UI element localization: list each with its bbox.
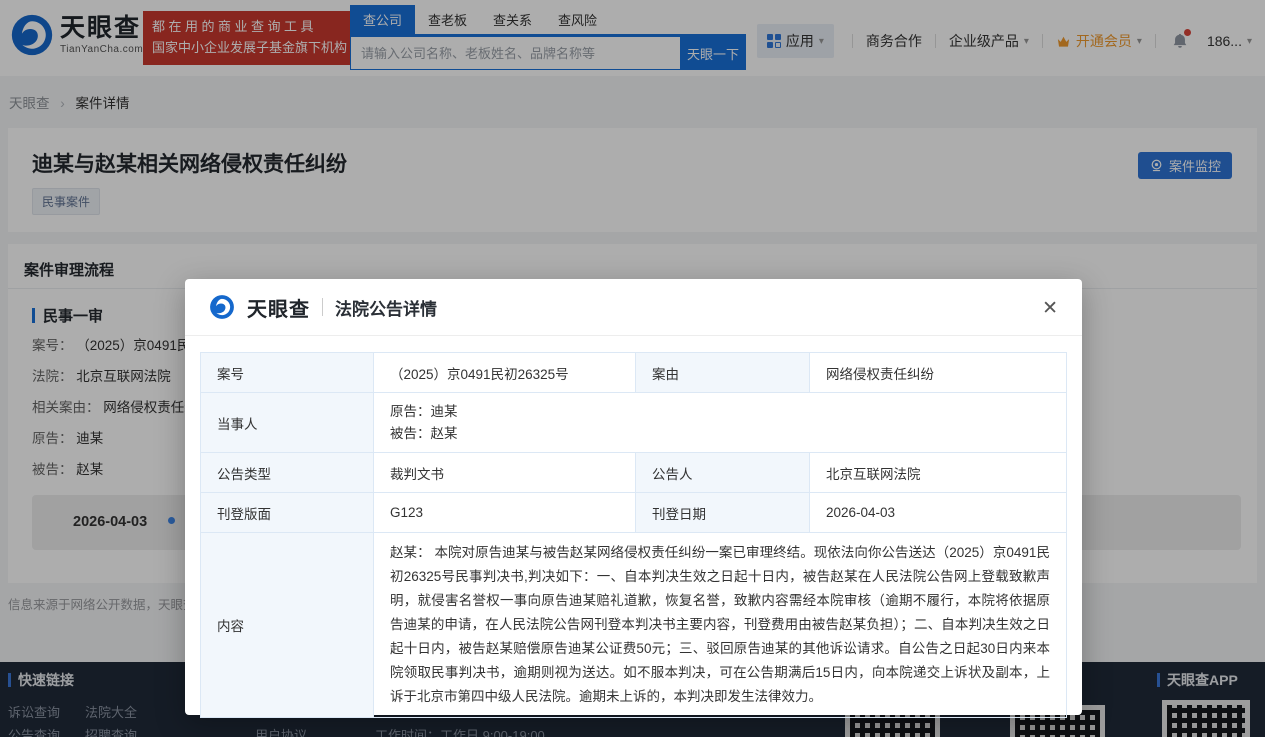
- cell-label: 内容: [201, 533, 374, 718]
- cell-label: 刊登日期: [636, 493, 810, 533]
- court-announcement-modal: 天眼查 法院公告详情 ✕ 案号 （2025）京0491民初26325号 案由 网…: [185, 279, 1082, 715]
- table-row: 案号 （2025）京0491民初26325号 案由 网络侵权责任纠纷: [201, 353, 1067, 393]
- modal-title-divider: [322, 298, 323, 316]
- table-row: 内容 赵某： 本院对原告迪某与被告赵某网络侵权责任纠纷一案已审理终结。现依法向你…: [201, 533, 1067, 718]
- page: 天眼查 TianYanCha.com 都在用的商业查询工具 国家中小企业发展子基…: [0, 0, 1265, 737]
- modal-title: 法院公告详情: [335, 295, 437, 320]
- party-defendant: 被告：赵某: [390, 423, 1050, 445]
- cell-value: 裁判文书: [374, 453, 636, 493]
- modal-header: 天眼查 法院公告详情 ✕: [185, 279, 1082, 336]
- cell-label: 公告人: [636, 453, 810, 493]
- table-row: 当事人 原告：迪某 被告：赵某: [201, 393, 1067, 453]
- cell-label: 当事人: [201, 393, 374, 453]
- table-row: 公告类型 裁判文书 公告人 北京互联网法院: [201, 453, 1067, 493]
- table-row: 刊登版面 G123 刊登日期 2026-04-03: [201, 493, 1067, 533]
- party-plaintiff: 原告：迪某: [390, 401, 1050, 423]
- announcement-table: 案号 （2025）京0491民初26325号 案由 网络侵权责任纠纷 当事人 原…: [200, 352, 1067, 718]
- cell-label: 刊登版面: [201, 493, 374, 533]
- cell-value: 2026-04-03: [810, 493, 1067, 533]
- close-icon[interactable]: ✕: [1038, 293, 1062, 324]
- cell-label: 案由: [636, 353, 810, 393]
- cell-value: 北京互联网法院: [810, 453, 1067, 493]
- modal-logo-icon: [209, 294, 235, 320]
- cell-value: （2025）京0491民初26325号: [374, 353, 636, 393]
- cell-label: 公告类型: [201, 453, 374, 493]
- cell-value: 网络侵权责任纠纷: [810, 353, 1067, 393]
- modal-brand-name: 天眼查: [247, 293, 310, 322]
- cell-value: G123: [374, 493, 636, 533]
- cell-value: 原告：迪某 被告：赵某: [374, 393, 1067, 453]
- cell-label: 案号: [201, 353, 374, 393]
- announcement-content: 赵某： 本院对原告迪某与被告赵某网络侵权责任纠纷一案已审理终结。现依法向你公告送…: [374, 533, 1067, 718]
